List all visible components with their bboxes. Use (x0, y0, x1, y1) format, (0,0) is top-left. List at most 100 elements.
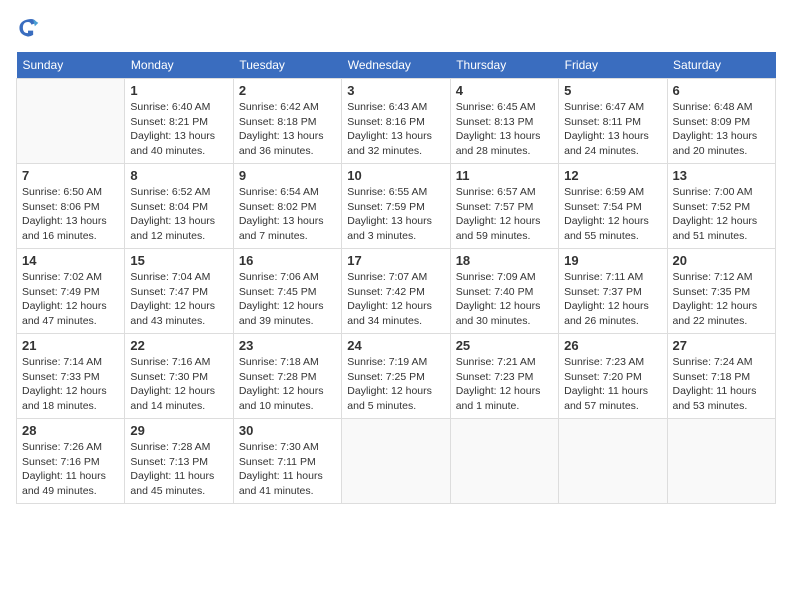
day-number: 17 (347, 253, 444, 268)
calendar-cell: 25Sunrise: 7:21 AM Sunset: 7:23 PM Dayli… (450, 334, 558, 419)
calendar-cell: 17 Sunrise: 7:07 AM Sunset: 7:42 PM Dayli… (342, 249, 450, 334)
day-number: 1 (130, 83, 227, 98)
calendar-cell: 11 Sunrise: 6:57 AM Sunset: 7:57 PM Dayli… (450, 164, 558, 249)
day-number: 10 (347, 168, 444, 183)
day-number: 11 (456, 168, 553, 183)
day-info: Sunrise: 6:50 AM Sunset: 8:06 PM Dayligh… (22, 185, 119, 244)
calendar-week-row: 21 Sunrise: 7:14 AM Sunset: 7:33 PM Dayli… (17, 334, 776, 419)
calendar-cell: 5 Sunrise: 6:47 AM Sunset: 8:11 PM Daylig… (559, 79, 667, 164)
day-info: Sunrise: 7:16 AM Sunset: 7:30 PM Dayligh… (130, 355, 227, 414)
day-number: 18 (456, 253, 553, 268)
calendar-cell: 9 Sunrise: 6:54 AM Sunset: 8:02 PM Daylig… (233, 164, 341, 249)
calendar-week-row: 28 Sunrise: 7:26 AM Sunset: 7:16 PM Dayli… (17, 419, 776, 504)
day-info: Sunrise: 7:07 AM Sunset: 7:42 PM Dayligh… (347, 270, 444, 329)
day-number: 13 (673, 168, 770, 183)
day-info: Sunrise: 7:18 AM Sunset: 7:28 PM Dayligh… (239, 355, 336, 414)
day-number: 26 (564, 338, 661, 353)
weekday-header-thursday: Thursday (450, 52, 558, 79)
calendar-cell (17, 79, 125, 164)
day-number: 9 (239, 168, 336, 183)
day-info: Sunrise: 7:06 AM Sunset: 7:45 PM Dayligh… (239, 270, 336, 329)
day-number: 24 (347, 338, 444, 353)
weekday-header-saturday: Saturday (667, 52, 775, 79)
day-number: 4 (456, 83, 553, 98)
weekday-header-friday: Friday (559, 52, 667, 79)
calendar-cell: 12 Sunrise: 6:59 AM Sunset: 7:54 PM Dayli… (559, 164, 667, 249)
day-number: 19 (564, 253, 661, 268)
day-info: Sunrise: 7:28 AM Sunset: 7:13 PM Dayligh… (130, 440, 227, 499)
day-number: 2 (239, 83, 336, 98)
day-number: 22 (130, 338, 227, 353)
day-info: Sunrise: 7:26 AM Sunset: 7:16 PM Dayligh… (22, 440, 119, 499)
calendar-week-row: 14Sunrise: 7:02 AM Sunset: 7:49 PM Dayli… (17, 249, 776, 334)
day-info: Sunrise: 7:04 AM Sunset: 7:47 PM Dayligh… (130, 270, 227, 329)
day-info: Sunrise: 6:42 AM Sunset: 8:18 PM Dayligh… (239, 100, 336, 159)
day-info: Sunrise: 7:21 AM Sunset: 7:23 PM Dayligh… (456, 355, 553, 414)
day-number: 30 (239, 423, 336, 438)
day-info: Sunrise: 7:11 AM Sunset: 7:37 PM Dayligh… (564, 270, 661, 329)
day-number: 20 (673, 253, 770, 268)
calendar-cell: 8 Sunrise: 6:52 AM Sunset: 8:04 PM Daylig… (125, 164, 233, 249)
day-info: Sunrise: 6:52 AM Sunset: 8:04 PM Dayligh… (130, 185, 227, 244)
day-number: 15 (130, 253, 227, 268)
day-number: 3 (347, 83, 444, 98)
day-info: Sunrise: 7:19 AM Sunset: 7:25 PM Dayligh… (347, 355, 444, 414)
day-info: Sunrise: 7:30 AM Sunset: 7:11 PM Dayligh… (239, 440, 336, 499)
weekday-header-tuesday: Tuesday (233, 52, 341, 79)
day-info: Sunrise: 6:57 AM Sunset: 7:57 PM Dayligh… (456, 185, 553, 244)
day-info: Sunrise: 6:43 AM Sunset: 8:16 PM Dayligh… (347, 100, 444, 159)
calendar-cell: 26 Sunrise: 7:23 AM Sunset: 7:20 PM Dayli… (559, 334, 667, 419)
calendar-cell (559, 419, 667, 504)
calendar-cell: 3 Sunrise: 6:43 AM Sunset: 8:16 PM Daylig… (342, 79, 450, 164)
day-number: 12 (564, 168, 661, 183)
calendar-cell: 24 Sunrise: 7:19 AM Sunset: 7:25 PM Dayli… (342, 334, 450, 419)
calendar-cell: 18 Sunrise: 7:09 AM Sunset: 7:40 PM Dayli… (450, 249, 558, 334)
day-number: 29 (130, 423, 227, 438)
day-info: Sunrise: 6:48 AM Sunset: 8:09 PM Dayligh… (673, 100, 770, 159)
day-number: 14 (22, 253, 119, 268)
logo-icon (16, 16, 40, 40)
calendar-cell: 6 Sunrise: 6:48 AM Sunset: 8:09 PM Daylig… (667, 79, 775, 164)
calendar-cell: 22 Sunrise: 7:16 AM Sunset: 7:30 PM Dayli… (125, 334, 233, 419)
day-info: Sunrise: 7:23 AM Sunset: 7:20 PM Dayligh… (564, 355, 661, 414)
calendar-cell: 30 Sunrise: 7:30 AM Sunset: 7:11 PM Dayli… (233, 419, 341, 504)
day-info: Sunrise: 6:55 AM Sunset: 7:59 PM Dayligh… (347, 185, 444, 244)
day-number: 21 (22, 338, 119, 353)
calendar-cell: 10 Sunrise: 6:55 AM Sunset: 7:59 PM Dayli… (342, 164, 450, 249)
weekday-header-row: SundayMondayTuesdayWednesdayThursdayFrid… (17, 52, 776, 79)
day-info: Sunrise: 7:00 AM Sunset: 7:52 PM Dayligh… (673, 185, 770, 244)
day-info: Sunrise: 6:54 AM Sunset: 8:02 PM Dayligh… (239, 185, 336, 244)
day-info: Sunrise: 6:40 AM Sunset: 8:21 PM Dayligh… (130, 100, 227, 159)
weekday-header-monday: Monday (125, 52, 233, 79)
day-info: Sunrise: 7:09 AM Sunset: 7:40 PM Dayligh… (456, 270, 553, 329)
day-number: 6 (673, 83, 770, 98)
day-number: 27 (673, 338, 770, 353)
calendar-cell: 14Sunrise: 7:02 AM Sunset: 7:49 PM Dayli… (17, 249, 125, 334)
calendar-cell: 19 Sunrise: 7:11 AM Sunset: 7:37 PM Dayli… (559, 249, 667, 334)
calendar-cell (450, 419, 558, 504)
calendar-cell: 21 Sunrise: 7:14 AM Sunset: 7:33 PM Dayli… (17, 334, 125, 419)
day-info: Sunrise: 6:59 AM Sunset: 7:54 PM Dayligh… (564, 185, 661, 244)
day-info: Sunrise: 6:47 AM Sunset: 8:11 PM Dayligh… (564, 100, 661, 159)
page-header (16, 16, 776, 40)
weekday-header-wednesday: Wednesday (342, 52, 450, 79)
day-number: 23 (239, 338, 336, 353)
calendar-cell: 28 Sunrise: 7:26 AM Sunset: 7:16 PM Dayli… (17, 419, 125, 504)
day-number: 28 (22, 423, 119, 438)
calendar-cell: 16 Sunrise: 7:06 AM Sunset: 7:45 PM Dayli… (233, 249, 341, 334)
day-number: 8 (130, 168, 227, 183)
calendar-cell (342, 419, 450, 504)
day-number: 7 (22, 168, 119, 183)
calendar-cell: 27Sunrise: 7:24 AM Sunset: 7:18 PM Dayli… (667, 334, 775, 419)
calendar-cell (667, 419, 775, 504)
day-number: 5 (564, 83, 661, 98)
day-info: Sunrise: 7:14 AM Sunset: 7:33 PM Dayligh… (22, 355, 119, 414)
calendar-week-row: 1 Sunrise: 6:40 AM Sunset: 8:21 PM Daylig… (17, 79, 776, 164)
calendar-week-row: 7 Sunrise: 6:50 AM Sunset: 8:06 PM Daylig… (17, 164, 776, 249)
day-info: Sunrise: 7:12 AM Sunset: 7:35 PM Dayligh… (673, 270, 770, 329)
day-info: Sunrise: 6:45 AM Sunset: 8:13 PM Dayligh… (456, 100, 553, 159)
day-number: 16 (239, 253, 336, 268)
calendar-cell: 23 Sunrise: 7:18 AM Sunset: 7:28 PM Dayli… (233, 334, 341, 419)
calendar-cell: 4 Sunrise: 6:45 AM Sunset: 8:13 PM Daylig… (450, 79, 558, 164)
calendar-cell: 7 Sunrise: 6:50 AM Sunset: 8:06 PM Daylig… (17, 164, 125, 249)
